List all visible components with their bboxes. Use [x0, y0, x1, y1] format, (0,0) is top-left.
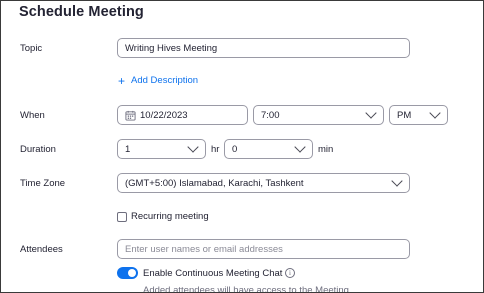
recurring-checkbox[interactable] — [117, 212, 127, 222]
chevron-down-icon — [429, 107, 441, 119]
ampm-select[interactable]: PM — [389, 105, 448, 125]
time-value: 7:00 — [261, 109, 280, 121]
when-label: When — [20, 110, 45, 121]
chevron-down-icon — [187, 141, 199, 153]
continuous-chat-label: Enable Continuous Meeting Chat — [143, 268, 283, 279]
chevron-down-icon — [365, 107, 377, 119]
page-title: Schedule Meeting — [19, 4, 144, 20]
ampm-value: PM — [397, 109, 412, 121]
topic-value: Writing Hives Meeting — [125, 42, 218, 54]
attendees-label: Attendees — [20, 244, 63, 255]
topic-input[interactable]: Writing Hives Meeting — [117, 38, 410, 58]
hours-unit: hr — [211, 144, 220, 155]
recurring-label[interactable]: Recurring meeting — [131, 211, 209, 222]
date-picker[interactable]: 10/22/2023 — [117, 105, 248, 125]
duration-minutes-value: 0 — [232, 143, 238, 155]
topic-label: Topic — [20, 43, 43, 54]
timezone-label: Time Zone — [20, 178, 66, 189]
chevron-down-icon — [294, 141, 306, 153]
time-select[interactable]: 7:00 — [253, 105, 384, 125]
attendees-placeholder: Enter user names or email addresses — [125, 243, 283, 255]
attendees-note: Added attendees will have access to the … — [143, 285, 349, 293]
duration-label: Duration — [20, 144, 56, 155]
add-description-label: Add Description — [131, 75, 199, 86]
timezone-value: (GMT+5:00) Islamabad, Karachi, Tashkent — [125, 177, 304, 189]
duration-hours-value: 1 — [125, 143, 131, 155]
date-value: 10/22/2023 — [140, 109, 188, 121]
timezone-select[interactable]: (GMT+5:00) Islamabad, Karachi, Tashkent — [117, 173, 410, 193]
plus-icon: + — [118, 73, 126, 88]
info-icon[interactable]: i — [285, 268, 295, 278]
attendees-input[interactable]: Enter user names or email addresses — [117, 239, 410, 259]
duration-hours-select[interactable]: 1 — [117, 139, 206, 159]
minutes-unit: min — [318, 144, 334, 155]
chevron-down-icon — [391, 175, 403, 187]
duration-minutes-select[interactable]: 0 — [224, 139, 313, 159]
schedule-meeting-panel: Schedule Meeting Topic Writing Hives Mee… — [0, 0, 484, 293]
add-description-link[interactable]: + Add Description — [118, 73, 199, 88]
toggle-knob — [128, 269, 136, 277]
continuous-chat-toggle[interactable] — [117, 267, 138, 279]
calendar-icon — [125, 110, 136, 121]
